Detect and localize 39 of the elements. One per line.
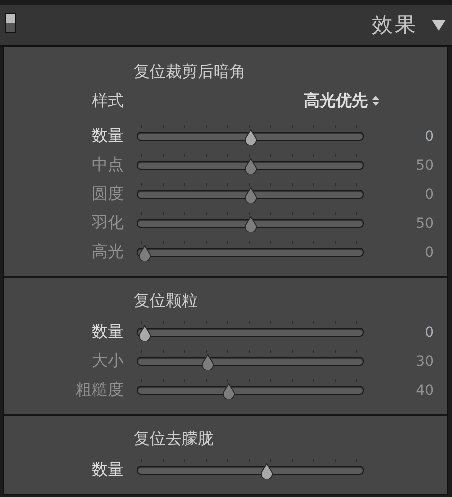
slider-label: 大小 bbox=[91, 351, 124, 372]
slider-label: 高光 bbox=[91, 242, 124, 263]
slider-value: 50 bbox=[415, 158, 434, 174]
slider[interactable] bbox=[137, 458, 364, 479]
section-title[interactable]: 复位颗粒 bbox=[134, 290, 198, 312]
chevron-icon bbox=[372, 95, 380, 107]
panel-title: 效果 bbox=[372, 12, 418, 39]
slider-value: 0 bbox=[424, 244, 434, 260]
slider[interactable] bbox=[137, 153, 364, 174]
panel-header[interactable]: 效果 bbox=[0, 5, 452, 47]
slider-thumb[interactable] bbox=[244, 129, 258, 145]
slider[interactable] bbox=[137, 182, 364, 203]
triangle-icon[interactable] bbox=[432, 18, 446, 32]
slider-label: 数量 bbox=[91, 460, 124, 481]
slider-label: 数量 bbox=[91, 322, 124, 343]
slider[interactable] bbox=[137, 124, 364, 145]
slider[interactable] bbox=[137, 349, 364, 370]
slider-label: 羽化 bbox=[91, 213, 124, 234]
slider-value: 0 bbox=[424, 128, 434, 144]
slider-label: 中点 bbox=[91, 155, 124, 176]
slider-value: 50 bbox=[415, 216, 434, 232]
slider[interactable] bbox=[137, 240, 364, 261]
slider-label: 圆度 bbox=[91, 184, 124, 205]
section-title[interactable]: 复位去朦胧 bbox=[134, 428, 214, 450]
slider-thumb[interactable] bbox=[260, 463, 274, 479]
section-title[interactable]: 复位裁剪后暗角 bbox=[134, 61, 246, 83]
slider-value: 40 bbox=[415, 382, 434, 398]
slider-label: 粗糙度 bbox=[75, 380, 124, 401]
slider[interactable] bbox=[137, 320, 364, 341]
toggle-switch-icon[interactable] bbox=[5, 13, 16, 33]
slider-label: 数量 bbox=[91, 126, 124, 147]
slider-value: 0 bbox=[424, 186, 434, 202]
slider-thumb[interactable] bbox=[138, 325, 152, 341]
slider-value: 0 bbox=[424, 324, 434, 340]
slider[interactable] bbox=[137, 378, 364, 399]
slider-value: 30 bbox=[415, 354, 434, 370]
style-label: 样式 bbox=[91, 90, 124, 112]
style-dropdown[interactable]: 高光优先 bbox=[304, 90, 380, 112]
slider[interactable] bbox=[137, 211, 364, 232]
